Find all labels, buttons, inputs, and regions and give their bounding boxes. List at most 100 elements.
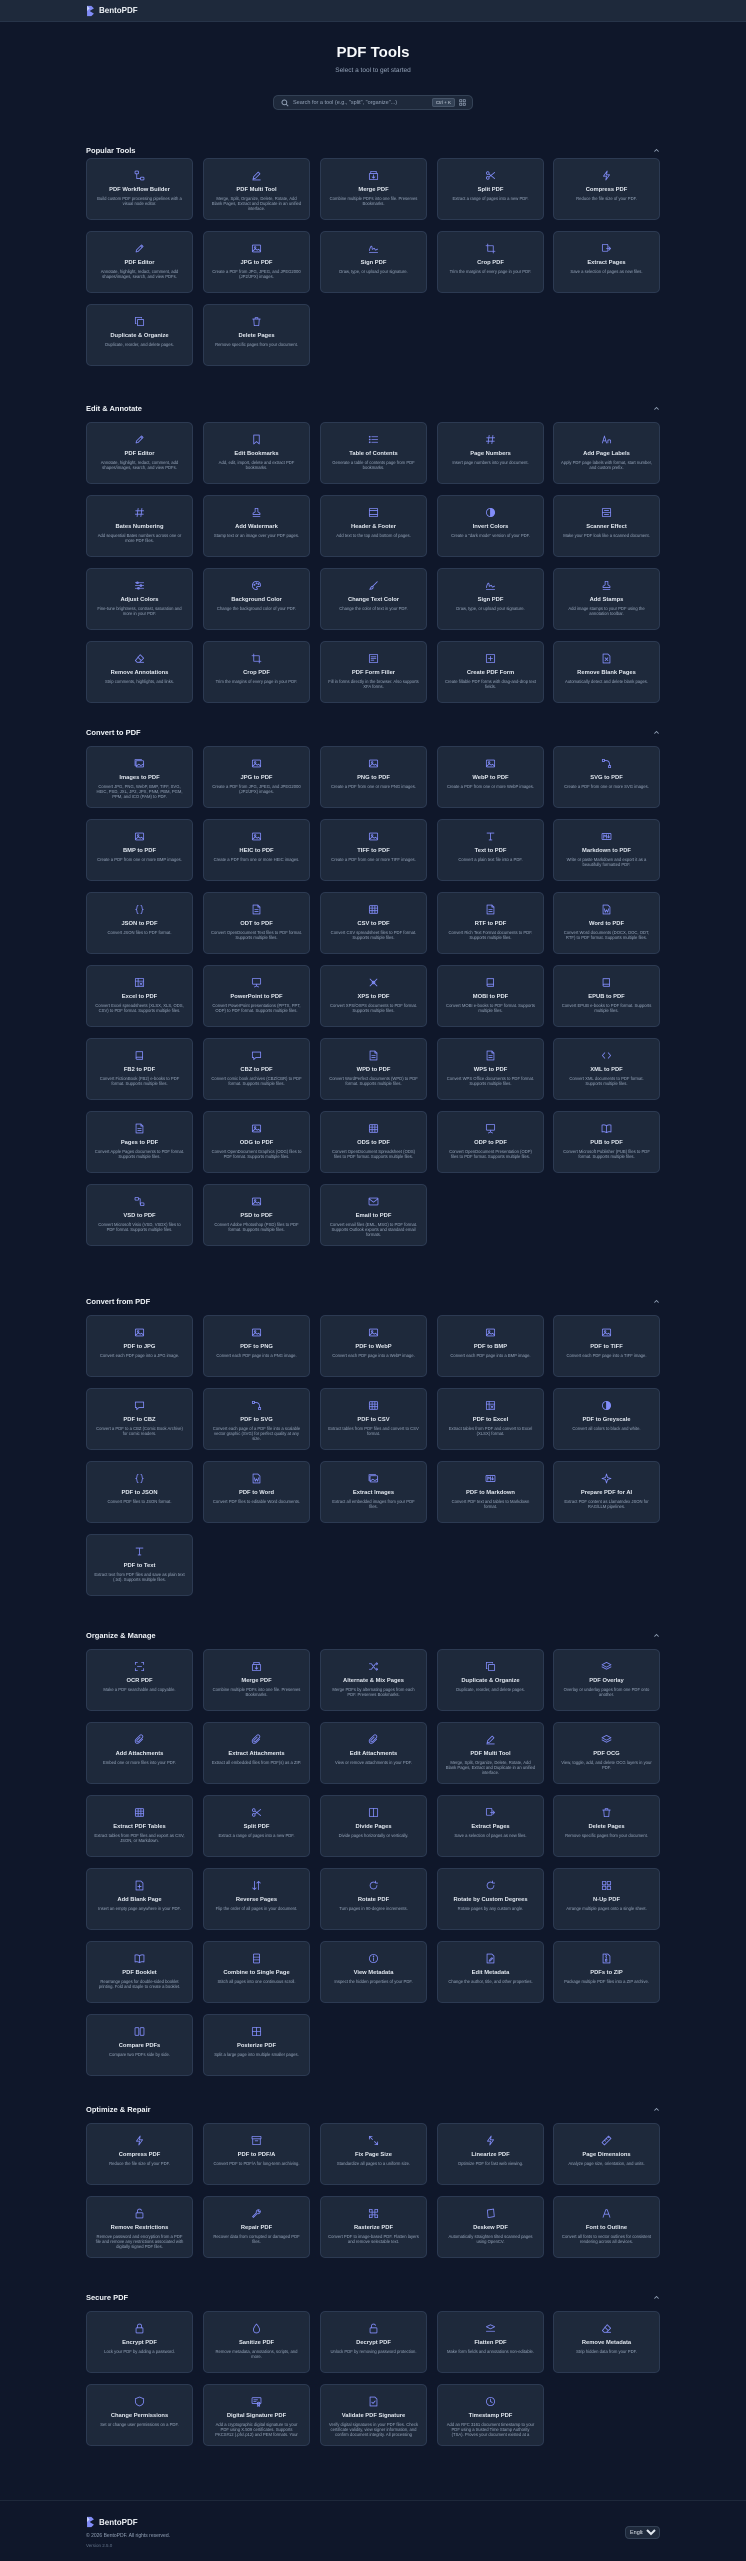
tool-card[interactable]: PDF to TIFF Convert each PDF page into a … <box>553 1315 660 1377</box>
tool-card[interactable]: Add Attachments Embed one or more files i… <box>86 1722 193 1784</box>
tool-card[interactable]: Duplicate & Organize Duplicate, reorder, … <box>86 304 193 366</box>
tool-card[interactable]: PDF to WebP Convert each PDF page into a … <box>320 1315 427 1377</box>
section-header[interactable]: Convert to PDF <box>86 726 660 738</box>
tool-card[interactable]: Extract Attachments Extract all embedded … <box>203 1722 310 1784</box>
section-header[interactable]: Organize & Manage <box>86 1629 660 1641</box>
tool-card[interactable]: Crop PDF Trim the margins of every page i… <box>437 231 544 293</box>
tool-card[interactable]: Extract PDF Tables Extract tables from PD… <box>86 1795 193 1857</box>
tool-card[interactable]: BMP to PDF Create a PDF from one or more … <box>86 819 193 881</box>
tool-card[interactable]: PowerPoint to PDF Convert PowerPoint pres… <box>203 965 310 1027</box>
tool-card[interactable]: Page Numbers Insert page numbers into you… <box>437 422 544 484</box>
tool-card[interactable]: Adjust Colors Fine-tune brightness, contr… <box>86 568 193 630</box>
tool-card[interactable]: Word to PDF Convert Word documents (DOCX,… <box>553 892 660 954</box>
tool-card[interactable]: PDF to JPG Convert each PDF page into a J… <box>86 1315 193 1377</box>
bento-logo-icon[interactable] <box>86 5 95 17</box>
tool-card[interactable]: Delete Pages Remove specific pages from y… <box>553 1795 660 1857</box>
tool-card[interactable]: PSD to PDF Convert Adobe Photoshop (PSD) … <box>203 1184 310 1246</box>
tool-card[interactable]: PDF to CBZ Convert a PDF to a CBZ (Comic … <box>86 1388 193 1450</box>
tool-card[interactable]: Edit Bookmarks Add, edit, import, delete … <box>203 422 310 484</box>
tool-card[interactable]: Remove Blank Pages Automatically detect a… <box>553 641 660 703</box>
tool-card[interactable]: Prepare PDF for AI Extract PDF content as… <box>553 1461 660 1523</box>
tool-card[interactable]: PDF OCG View, toggle, add, and delete OCG… <box>553 1722 660 1784</box>
tool-card[interactable]: PDF to JSON Convert PDF files to JSON for… <box>86 1461 193 1523</box>
tool-card[interactable]: JSON to PDF Convert JSON files to PDF for… <box>86 892 193 954</box>
tool-card[interactable]: Sign PDF Draw, type, or upload your signa… <box>437 568 544 630</box>
tool-card[interactable]: FB2 to PDF Convert FictionBook (FB2) e-bo… <box>86 1038 193 1100</box>
tool-card[interactable]: JPG to PDF Create a PDF from JPG, JPEG, a… <box>203 231 310 293</box>
section-header[interactable]: Convert from PDF <box>86 1295 660 1307</box>
grid-view-icon[interactable] <box>459 99 466 106</box>
tool-card[interactable]: Compare PDFs Compare two PDFs side by sid… <box>86 2014 193 2076</box>
tool-card[interactable]: Excel to PDF Convert Excel spreadsheets (… <box>86 965 193 1027</box>
tool-card[interactable]: OCR PDF Make a PDF searchable and copyabl… <box>86 1649 193 1711</box>
tool-card[interactable]: Font to Outline Convert all fonts to vect… <box>553 2196 660 2258</box>
tool-card[interactable]: Alternate & Mix Pages Merge PDFs by alter… <box>320 1649 427 1711</box>
tool-card[interactable]: SVG to PDF Create a PDF from one or more … <box>553 746 660 808</box>
section-header[interactable]: Popular Tools <box>86 144 660 156</box>
tool-card[interactable]: Extract Images Extract all embedded image… <box>320 1461 427 1523</box>
tool-card[interactable]: Add Watermark Stamp text or an image over… <box>203 495 310 557</box>
tool-card[interactable]: Merge PDF Combine multiple PDFs into one … <box>203 1649 310 1711</box>
tool-card[interactable]: PDF to Markdown Convert PDF text and tabl… <box>437 1461 544 1523</box>
tool-card[interactable]: EPUB to PDF Convert EPUB e-books to PDF f… <box>553 965 660 1027</box>
tool-card[interactable]: Edit Attachments View or remove attachmen… <box>320 1722 427 1784</box>
tool-card[interactable]: Table of Contents Generate a table of con… <box>320 422 427 484</box>
tool-card[interactable]: Sign PDF Draw, type, or upload your signa… <box>320 231 427 293</box>
tool-card[interactable]: PDF to Text Extract text from PDF files a… <box>86 1534 193 1596</box>
tool-card[interactable]: Split PDF Extract a range of pages into a… <box>437 158 544 220</box>
tool-card[interactable]: Add Page Labels Apply PDF page labels wit… <box>553 422 660 484</box>
tool-card[interactable]: Delete Pages Remove specific pages from y… <box>203 304 310 366</box>
section-header[interactable]: Optimize & Repair <box>86 2103 660 2115</box>
tool-card[interactable]: MOBI to PDF Convert MOBI e-books to PDF f… <box>437 965 544 1027</box>
tool-card[interactable]: Duplicate & Organize Duplicate, reorder, … <box>437 1649 544 1711</box>
tool-card[interactable]: Page Dimensions Analyze page size, orient… <box>553 2123 660 2185</box>
tool-card[interactable]: Rotate PDF Turn pages in 90-degree increm… <box>320 1868 427 1930</box>
tool-card[interactable]: Images to PDF Convert JPG, PNG, WebP, BMP… <box>86 746 193 808</box>
tool-card[interactable]: Divide Pages Divide pages horizontally or… <box>320 1795 427 1857</box>
tool-card[interactable]: PDF to Word Convert PDF files to editable… <box>203 1461 310 1523</box>
tool-card[interactable]: Validate PDF Signature Verify digital sig… <box>320 2384 427 2446</box>
tool-card[interactable]: Header & Footer Add text to the top and b… <box>320 495 427 557</box>
tool-card[interactable]: Change Permissions Set or change user per… <box>86 2384 193 2446</box>
chevron-up-icon[interactable] <box>653 147 660 154</box>
chevron-up-icon[interactable] <box>653 1632 660 1639</box>
tool-card[interactable]: JPG to PDF Create a PDF from JPG, JPEG, a… <box>203 746 310 808</box>
tool-card[interactable]: XPS to PDF Convert XPS/OXPS documents to … <box>320 965 427 1027</box>
tool-card[interactable]: Add Blank Page Insert an empty page anywh… <box>86 1868 193 1930</box>
tool-card[interactable]: ODG to PDF Convert OpenDocument Graphics … <box>203 1111 310 1173</box>
tool-card[interactable]: Linearize PDF Optimize PDF for fast web v… <box>437 2123 544 2185</box>
tool-card[interactable]: RTF to PDF Convert Rich Text Format docum… <box>437 892 544 954</box>
tool-card[interactable]: WebP to PDF Create a PDF from one or more… <box>437 746 544 808</box>
tool-card[interactable]: PDF Editor Annotate, highlight, redact, c… <box>86 422 193 484</box>
tool-card[interactable]: PDFs to ZIP Package multiple PDF files in… <box>553 1941 660 2003</box>
tool-card[interactable]: ODS to PDF Convert OpenDocument Spreadshe… <box>320 1111 427 1173</box>
tool-card[interactable]: Edit Metadata Change the author, title, a… <box>437 1941 544 2003</box>
tool-card[interactable]: Remove Metadata Strip hidden data from yo… <box>553 2311 660 2373</box>
tool-card[interactable]: Merge PDF Combine multiple PDFs into one … <box>320 158 427 220</box>
tool-card[interactable]: XML to PDF Convert XML documents to PDF f… <box>553 1038 660 1100</box>
tool-card[interactable]: Text to PDF Convert a plain text file int… <box>437 819 544 881</box>
tool-card[interactable]: Encrypt PDF Lock your PDF by adding a pas… <box>86 2311 193 2373</box>
chevron-up-icon[interactable] <box>653 2294 660 2301</box>
tool-card[interactable]: Rasterize PDF Convert PDF to image-based … <box>320 2196 427 2258</box>
tool-card[interactable]: Split PDF Extract a range of pages into a… <box>203 1795 310 1857</box>
tool-card[interactable]: Posterize PDF Split a large page into mul… <box>203 2014 310 2076</box>
tool-card[interactable]: Timestamp PDF Add an RFC 3161 document ti… <box>437 2384 544 2446</box>
tool-card[interactable]: PDF to PDF/A Convert PDF to PDF/A for lon… <box>203 2123 310 2185</box>
section-header[interactable]: Secure PDF <box>86 2291 660 2303</box>
tool-card[interactable]: View Metadata Inspect the hidden properti… <box>320 1941 427 2003</box>
tool-card[interactable]: Digital Signature PDF Add a cryptographic… <box>203 2384 310 2446</box>
tool-card[interactable]: Sanitize PDF Remove metadata, annotations… <box>203 2311 310 2373</box>
tool-card[interactable]: PDF Editor Annotate, highlight, redact, c… <box>86 231 193 293</box>
tool-card[interactable]: VSD to PDF Convert Microsoft Visio (VSD, … <box>86 1184 193 1246</box>
tool-card[interactable]: Compress PDF Reduce the file size of your… <box>86 2123 193 2185</box>
tool-card[interactable]: Bates Numbering Add sequential Bates numb… <box>86 495 193 557</box>
tool-card[interactable]: Repair PDF Recover data from corrupted or… <box>203 2196 310 2258</box>
tool-card[interactable]: PDF to BMP Convert each PDF page into a B… <box>437 1315 544 1377</box>
section-header[interactable]: Edit & Annotate <box>86 402 660 414</box>
tool-card[interactable]: Compress PDF Reduce the file size of your… <box>553 158 660 220</box>
tool-card[interactable]: HEIC to PDF Create a PDF from one or more… <box>203 819 310 881</box>
tool-card[interactable]: TIFF to PDF Create a PDF from one or more… <box>320 819 427 881</box>
tool-card[interactable]: Create PDF Form Create fillable PDF forms… <box>437 641 544 703</box>
tool-card[interactable]: Fix Page Size Standardize all pages to a … <box>320 2123 427 2185</box>
